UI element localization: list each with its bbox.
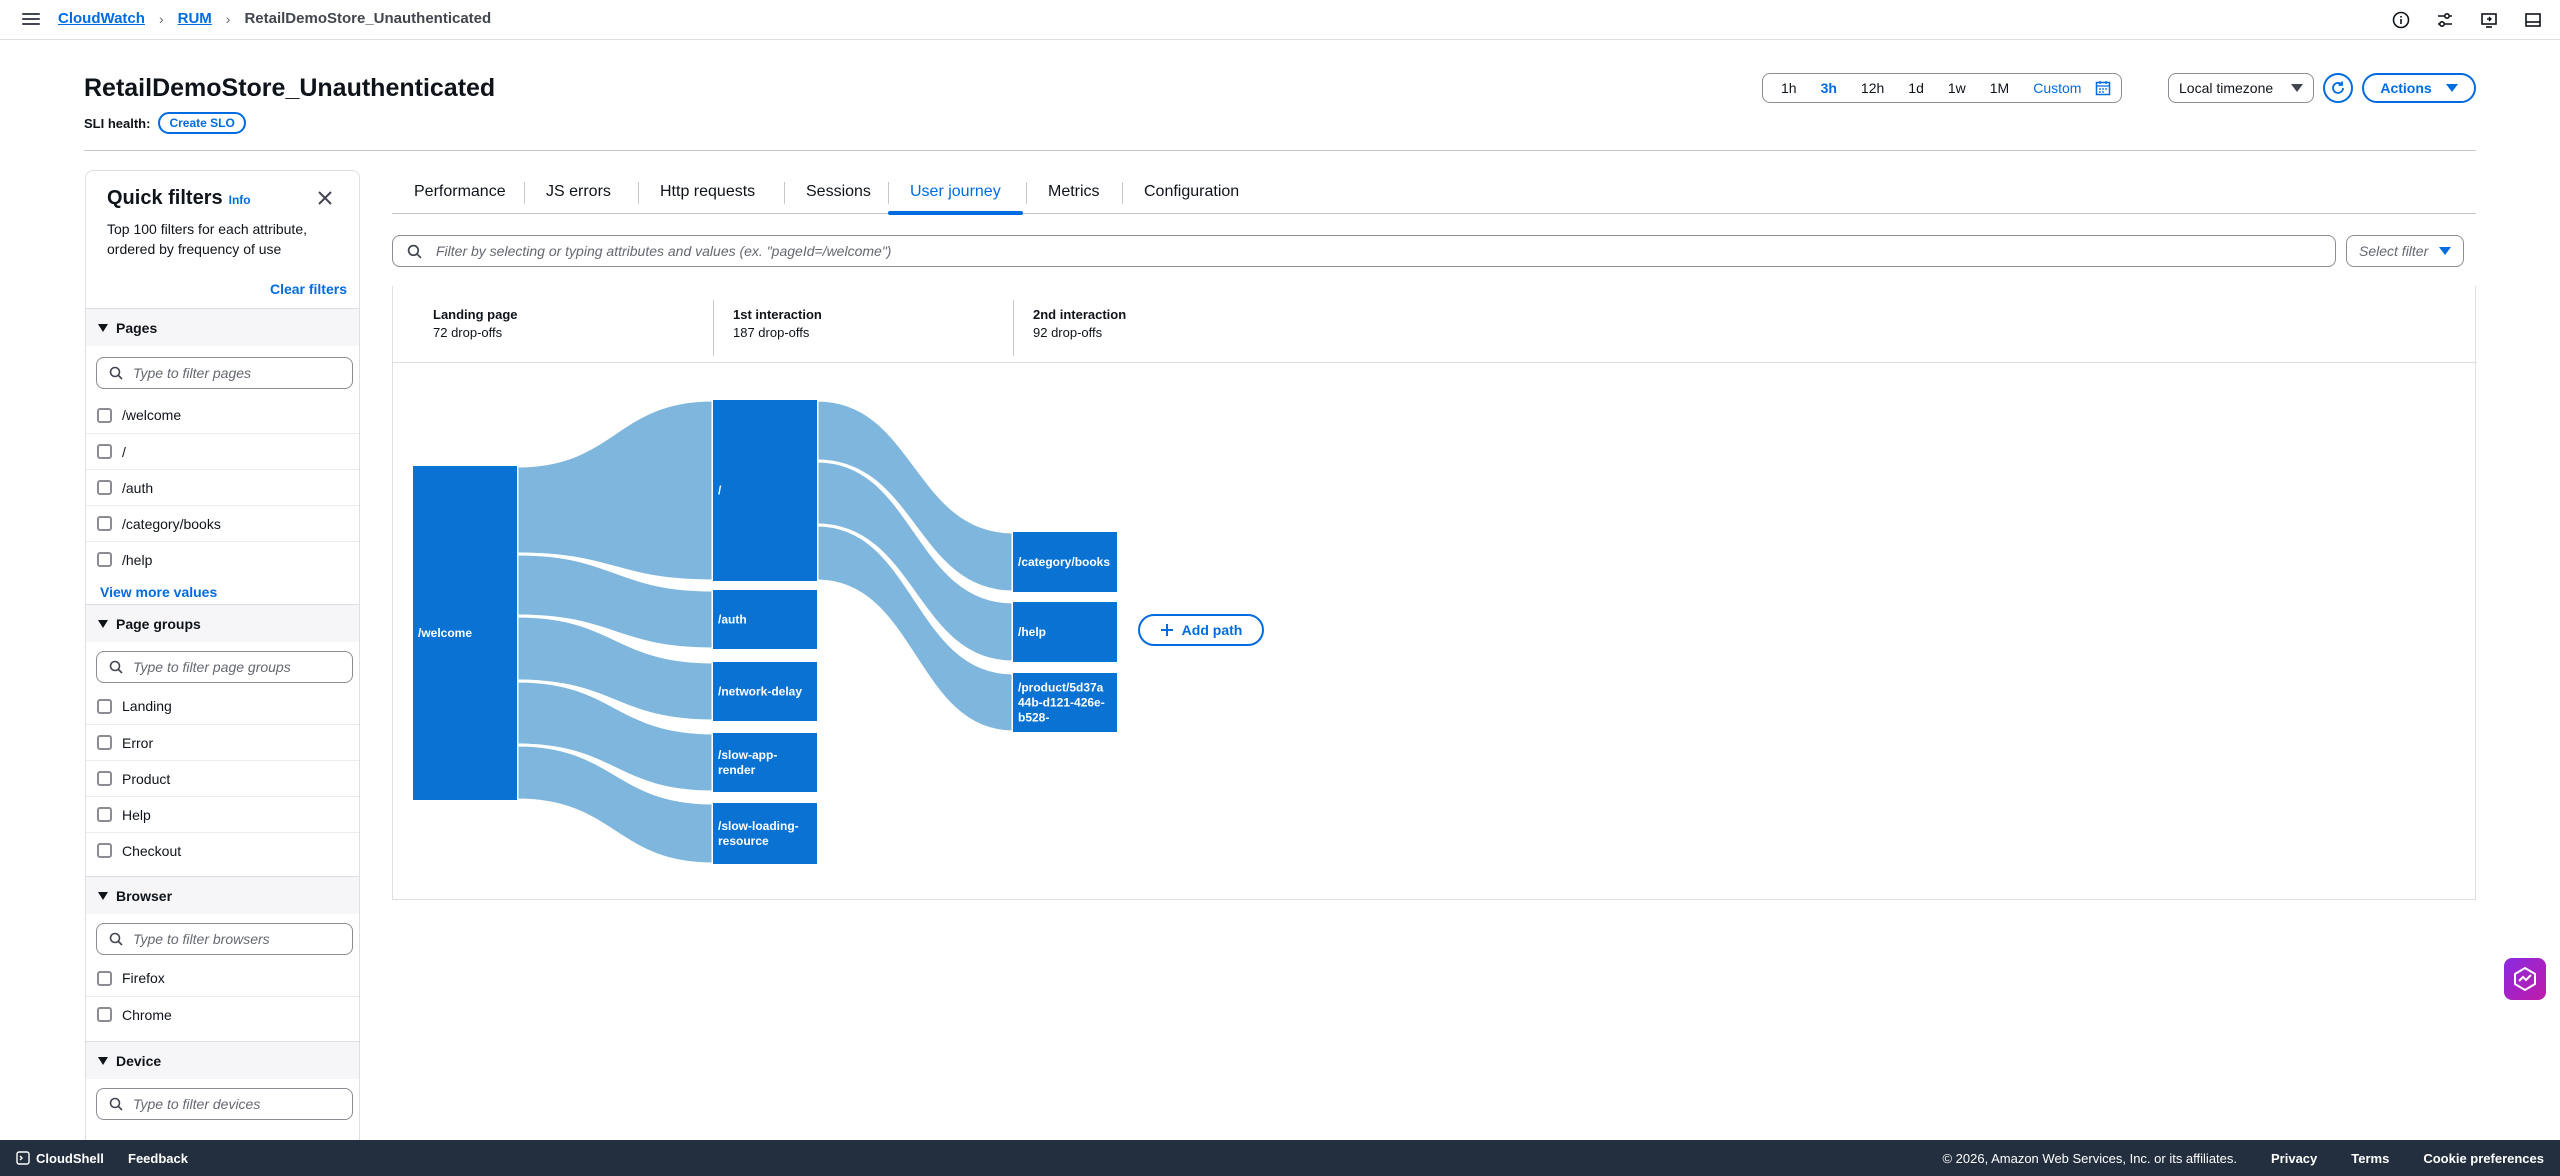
add-path-label: Add path (1181, 622, 1243, 638)
privacy-link[interactable]: Privacy (2271, 1151, 2317, 1166)
sankey-node-label: render (718, 763, 756, 777)
assistant-icon (2514, 966, 2536, 992)
terms-link[interactable]: Terms (2351, 1151, 2389, 1166)
sankey-node-label: /category/books (1018, 555, 1110, 569)
sankey-node-label: /help (1018, 625, 1046, 639)
user-journey-sankey: /welcome//auth/network-delay/slow-app-re… (413, 398, 1117, 866)
footer-right: © 2026, Amazon Web Services, Inc. or its… (1942, 1151, 2544, 1166)
cloudshell-label: CloudShell (36, 1150, 104, 1166)
footer: CloudShell Feedback © 2026, Amazon Web S… (0, 1140, 2560, 1176)
assistant-chat-button[interactable] (2504, 958, 2546, 1000)
cloudshell-button[interactable]: CloudShell (16, 1151, 104, 1166)
sankey-node-label: b528- (1018, 711, 1049, 725)
feedback-link[interactable]: Feedback (128, 1151, 188, 1166)
sankey-node-label: 44b-d121-426e- (1018, 696, 1105, 710)
cookie-preferences-link[interactable]: Cookie preferences (2423, 1151, 2544, 1166)
copyright-text: © 2026, Amazon Web Services, Inc. or its… (1942, 1150, 2237, 1166)
sankey-node-label: /slow-loading- (718, 819, 799, 833)
sankey-node-label: /slow-app- (718, 748, 777, 762)
add-path-button[interactable]: Add path (1138, 614, 1264, 646)
plus-icon (1160, 624, 1173, 636)
sankey-node-label: /auth (718, 613, 747, 627)
sankey-node-label: resource (718, 834, 769, 848)
terminal-icon (16, 1151, 30, 1165)
sankey-node-label: /product/5d37a (1018, 681, 1104, 695)
sankey-node-label: /welcome (418, 626, 472, 640)
sankey-node-first[interactable] (713, 400, 817, 581)
sankey-node-label: /network-delay (718, 685, 802, 699)
